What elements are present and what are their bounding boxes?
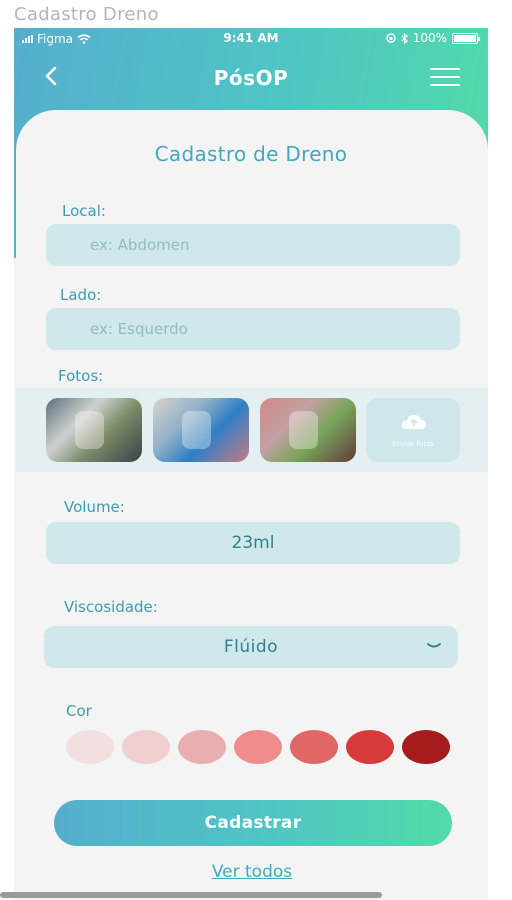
photo-thumbnail[interactable] (260, 398, 356, 462)
form-card: Cadastro de Dreno Local: Lado: Fotos: En… (16, 110, 488, 900)
viscosidade-select[interactable]: Flúido (44, 626, 458, 668)
color-swatch[interactable] (346, 730, 394, 764)
cadastrar-button[interactable]: Cadastrar (54, 800, 452, 846)
bluetooth-icon (401, 32, 408, 44)
ver-todos-label: Ver todos (211, 862, 293, 882)
color-swatch[interactable] (234, 730, 282, 764)
color-swatch[interactable] (402, 730, 450, 764)
cloud-upload-icon (401, 415, 427, 429)
chevron-down-icon (427, 643, 441, 648)
local-label: Local: (62, 202, 106, 220)
lado-label: Lado: (60, 286, 102, 304)
volume-field[interactable]: 23ml (46, 522, 460, 564)
app-title: PósOP (213, 66, 289, 90)
lock-rotation-icon (385, 33, 396, 43)
battery-percent: 100% (412, 31, 447, 45)
photos-strip: Enviar fotos (16, 388, 488, 472)
photo-thumbnail[interactable] (46, 398, 142, 462)
phone-screen: Figma 9:41 AM 100% PósOP Cadastro de Dre… (14, 28, 488, 900)
color-swatch[interactable] (178, 730, 226, 764)
battery-icon (452, 32, 480, 44)
upload-photos-button[interactable]: Enviar fotos (366, 398, 460, 462)
status-right: 100% (385, 31, 480, 45)
upload-photos-label: Enviar fotos (392, 440, 434, 448)
local-input[interactable] (46, 224, 460, 266)
nav-bar: PósOP (14, 56, 488, 100)
form-title: Cadastro de Dreno (154, 142, 348, 166)
photo-thumbnail[interactable] (153, 398, 249, 462)
color-swatch[interactable] (122, 730, 170, 764)
color-swatch[interactable] (290, 730, 338, 764)
battery-fill (454, 34, 476, 42)
menu-icon[interactable] (430, 68, 460, 86)
window-title: Cadastro Dreno (14, 4, 159, 25)
color-swatches (66, 730, 456, 766)
fotos-label: Fotos: (58, 367, 104, 385)
ver-todos-link[interactable]: Ver todos (16, 862, 488, 882)
viscosidade-label: Viscosidade: (64, 598, 158, 616)
viscosidade-value: Flúido (223, 637, 279, 657)
color-swatch[interactable] (66, 730, 114, 764)
horizontal-scrollbar[interactable] (0, 892, 382, 898)
status-bar: Figma 9:41 AM 100% (14, 28, 488, 50)
volume-label: Volume: (64, 498, 125, 516)
cor-label: Cor (66, 702, 92, 720)
lado-input[interactable] (46, 308, 460, 350)
